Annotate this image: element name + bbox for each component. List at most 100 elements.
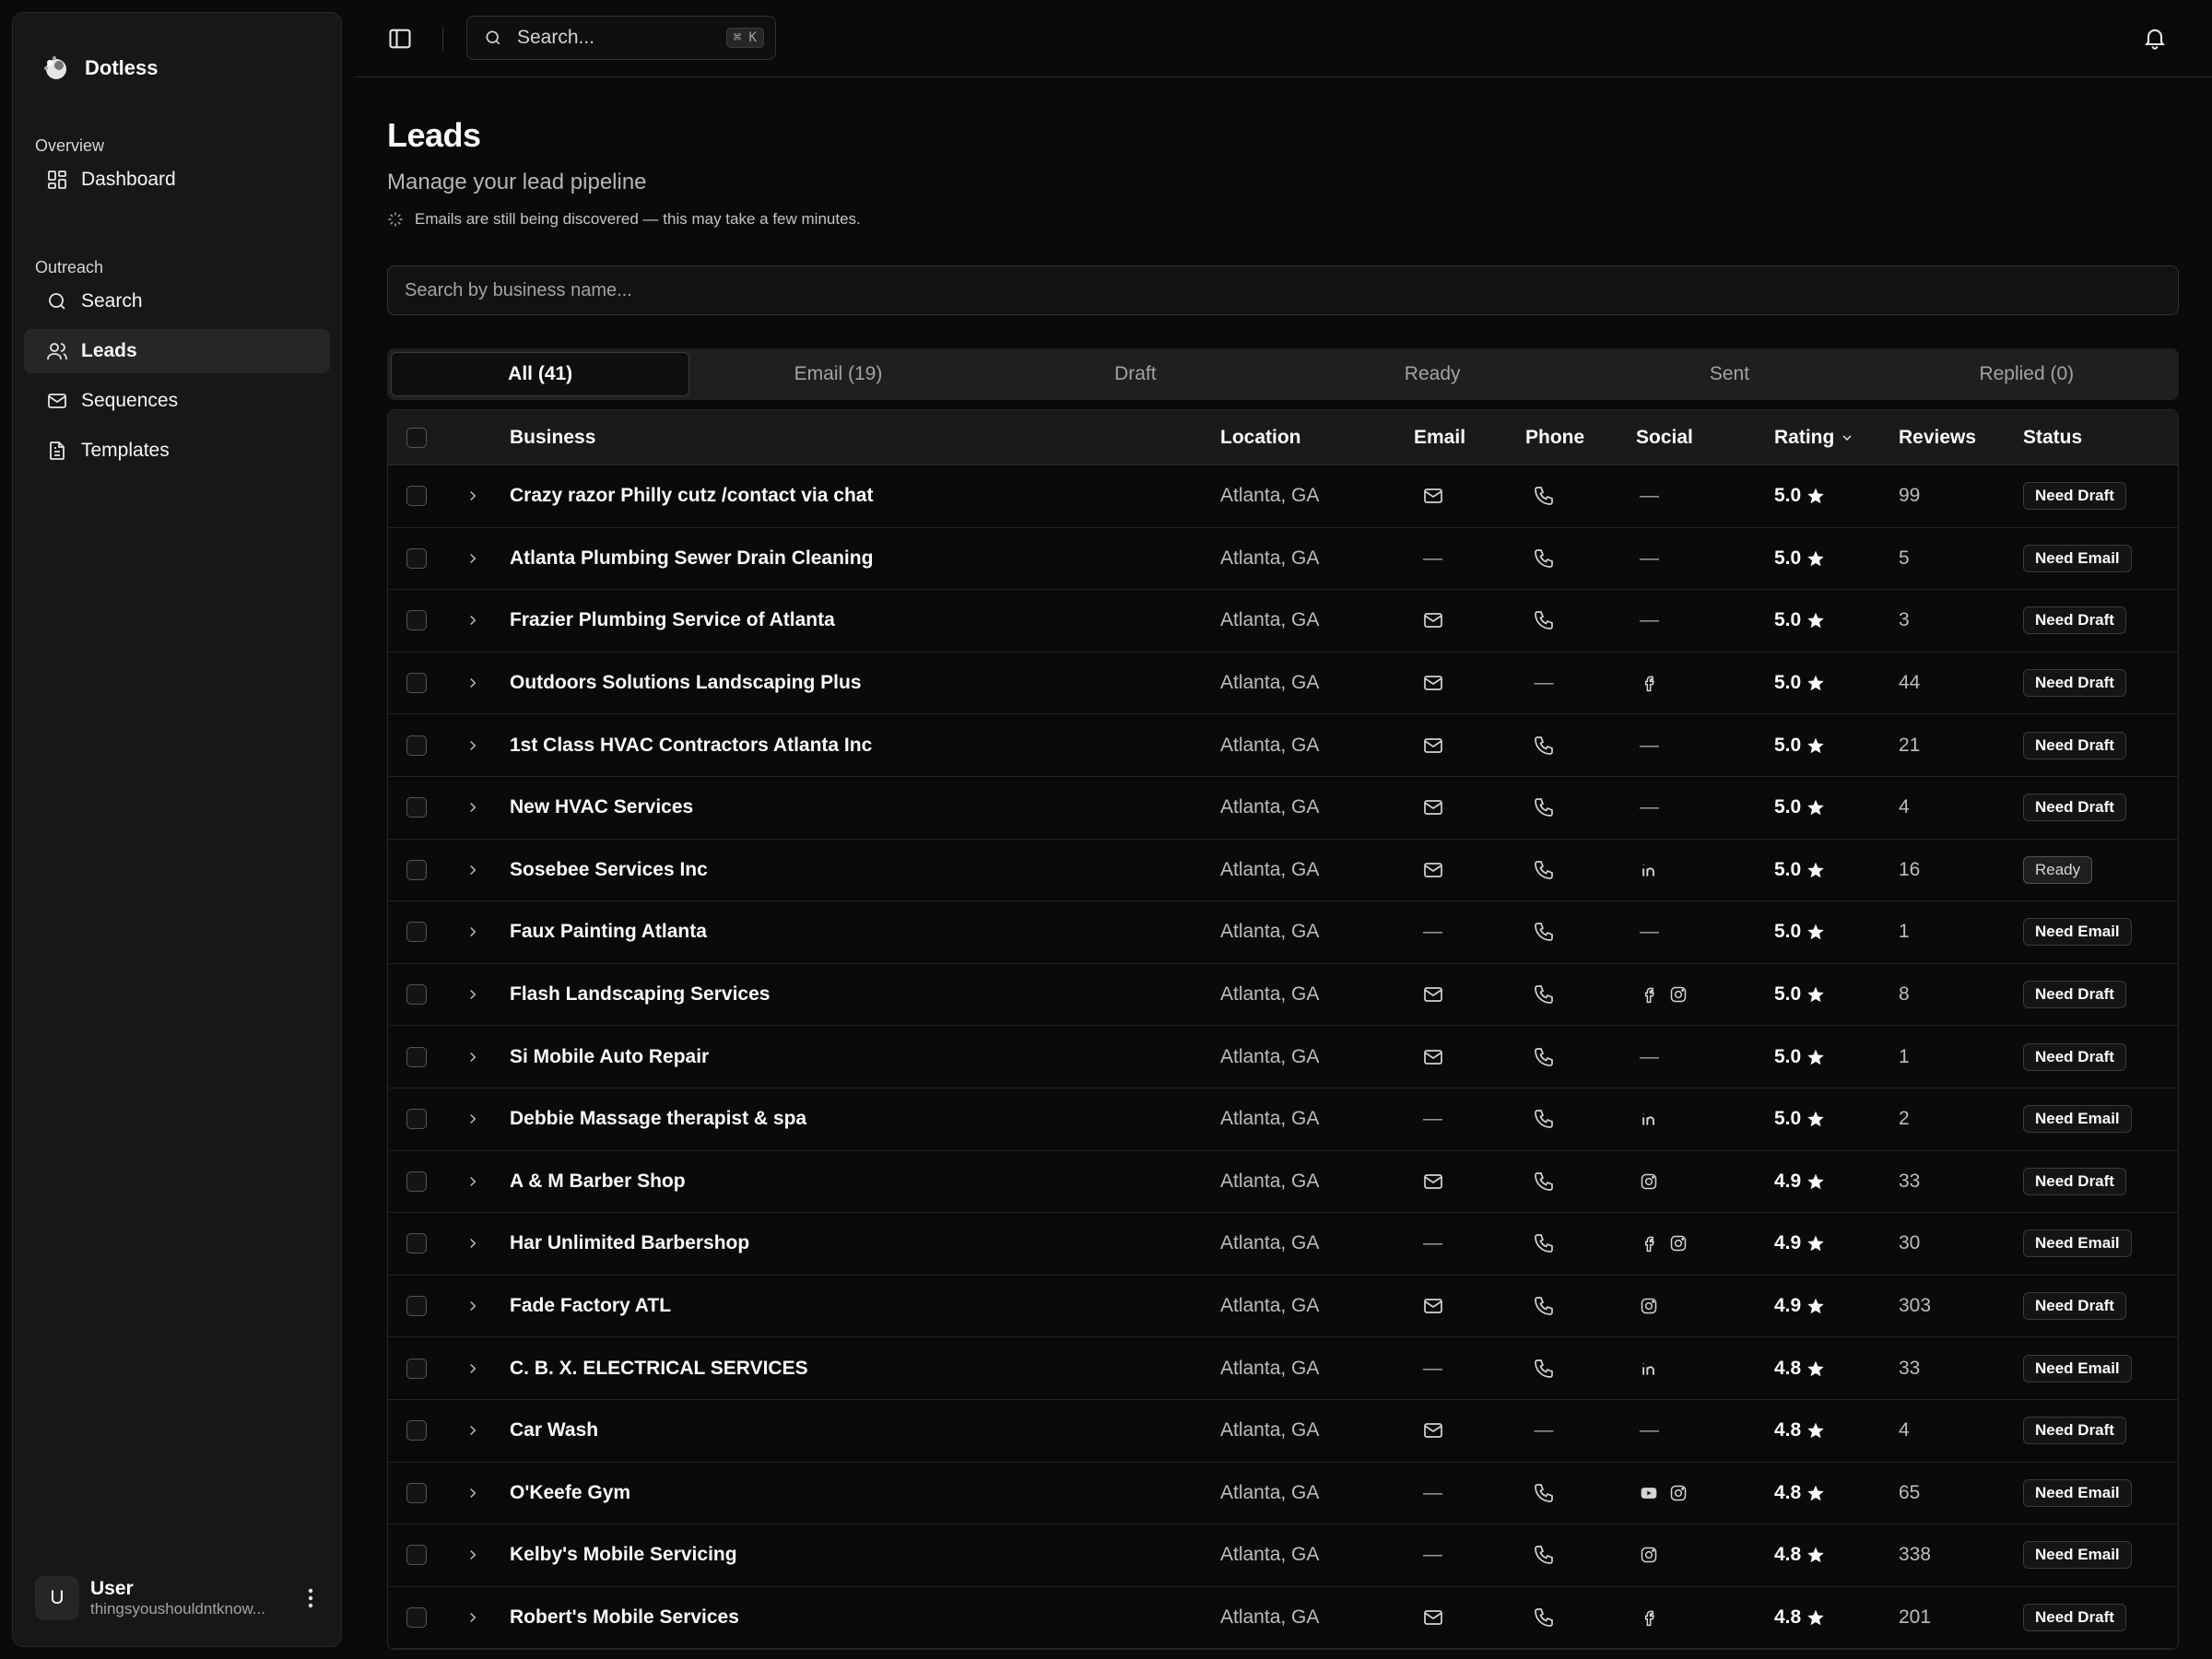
row-checkbox[interactable] xyxy=(406,1606,427,1628)
header-business[interactable]: Business xyxy=(500,427,1211,449)
row-checkbox[interactable] xyxy=(406,547,427,569)
header-reviews[interactable]: Reviews xyxy=(1889,427,2014,449)
chevron-right-icon[interactable] xyxy=(465,1547,481,1563)
select-all-checkbox[interactable] xyxy=(406,427,427,448)
instagram-icon[interactable] xyxy=(1669,1234,1688,1253)
header-social[interactable]: Social xyxy=(1627,427,1765,449)
brand[interactable]: Dotless xyxy=(41,53,158,83)
mail-icon[interactable] xyxy=(1422,983,1444,1006)
business-name[interactable]: Debbie Massage therapist & spa xyxy=(500,1108,1211,1130)
mail-icon[interactable] xyxy=(1422,1171,1444,1193)
tab-draft[interactable]: Draft xyxy=(987,352,1284,396)
user-profile[interactable]: U User thingsyoushouldntknow... xyxy=(35,1571,321,1626)
row-checkbox[interactable] xyxy=(406,610,427,631)
linkedin-icon[interactable] xyxy=(1640,861,1658,879)
mail-icon[interactable] xyxy=(1422,796,1444,818)
row-checkbox[interactable] xyxy=(406,797,427,818)
row-checkbox[interactable] xyxy=(406,1109,427,1130)
business-name[interactable]: O'Keefe Gym xyxy=(500,1482,1211,1504)
status-badge[interactable]: Need Draft xyxy=(2023,1167,2126,1195)
row-checkbox[interactable] xyxy=(406,1296,427,1317)
phone-icon[interactable] xyxy=(1533,1232,1555,1254)
table-row[interactable]: Debbie Massage therapist & spa Atlanta, G… xyxy=(388,1088,2178,1151)
business-name[interactable]: Crazy razor Philly cutz /contact via cha… xyxy=(500,485,1211,507)
table-row[interactable]: Fade Factory ATL Atlanta, GA 4.9 303 Need Dr… xyxy=(388,1276,2178,1338)
business-name[interactable]: Outdoors Solutions Landscaping Plus xyxy=(500,672,1211,694)
table-row[interactable]: Car Wash Atlanta, GA — — 4.8 4 Need Draft xyxy=(388,1400,2178,1463)
chevron-right-icon[interactable] xyxy=(465,675,481,691)
tab-email[interactable]: Email (19) xyxy=(689,352,986,396)
chevron-right-icon[interactable] xyxy=(465,1173,481,1190)
sidebar-item-dashboard[interactable]: Dashboard xyxy=(24,158,330,202)
phone-icon[interactable] xyxy=(1533,921,1555,943)
status-badge[interactable]: Need Draft xyxy=(2023,1603,2126,1631)
mail-icon[interactable] xyxy=(1422,485,1444,507)
chevron-right-icon[interactable] xyxy=(465,1609,481,1626)
mail-icon[interactable] xyxy=(1422,1046,1444,1068)
chevron-right-icon[interactable] xyxy=(465,1485,481,1501)
instagram-icon[interactable] xyxy=(1669,1484,1688,1502)
header-location[interactable]: Location xyxy=(1211,427,1405,449)
facebook-icon[interactable] xyxy=(1640,985,1658,1004)
phone-icon[interactable] xyxy=(1533,796,1555,818)
business-name[interactable]: Si Mobile Auto Repair xyxy=(500,1046,1211,1068)
sidebar-toggle-icon[interactable] xyxy=(387,26,413,52)
phone-icon[interactable] xyxy=(1533,1544,1555,1566)
facebook-icon[interactable] xyxy=(1640,1234,1658,1253)
mail-icon[interactable] xyxy=(1422,1295,1444,1317)
table-row[interactable]: Atlanta Plumbing Sewer Drain Cleaning Atl… xyxy=(388,528,2178,591)
business-name[interactable]: Flash Landscaping Services xyxy=(500,983,1211,1006)
mail-icon[interactable] xyxy=(1422,609,1444,631)
chevron-right-icon[interactable] xyxy=(465,550,481,567)
row-checkbox[interactable] xyxy=(406,984,427,1006)
phone-icon[interactable] xyxy=(1533,1108,1555,1130)
business-name[interactable]: Har Unlimited Barbershop xyxy=(500,1232,1211,1254)
table-row[interactable]: New HVAC Services Atlanta, GA — 5.0 4 Need Dr… xyxy=(388,777,2178,840)
status-badge[interactable]: Need Email xyxy=(2023,918,2132,947)
instagram-icon[interactable] xyxy=(1640,1172,1658,1191)
chevron-right-icon[interactable] xyxy=(465,737,481,754)
status-badge[interactable]: Need Draft xyxy=(2023,606,2126,635)
instagram-icon[interactable] xyxy=(1640,1546,1658,1564)
chevron-right-icon[interactable] xyxy=(465,488,481,504)
chevron-right-icon[interactable] xyxy=(465,986,481,1003)
status-badge[interactable]: Need Email xyxy=(2023,544,2132,572)
sidebar-item-templates[interactable]: Templates xyxy=(24,429,330,473)
table-row[interactable]: Outdoors Solutions Landscaping Plus Atlan… xyxy=(388,653,2178,715)
row-checkbox[interactable] xyxy=(406,1233,427,1254)
header-email[interactable]: Email xyxy=(1405,427,1516,449)
business-name[interactable]: New HVAC Services xyxy=(500,796,1211,818)
phone-icon[interactable] xyxy=(1533,1046,1555,1068)
status-badge[interactable]: Need Draft xyxy=(2023,1292,2126,1321)
table-row[interactable]: Robert's Mobile Services Atlanta, GA 4.8 20… xyxy=(388,1587,2178,1650)
table-row[interactable]: Faux Painting Atlanta Atlanta, GA — — 5.0 1 Ne… xyxy=(388,901,2178,964)
sidebar-item-search[interactable]: Search xyxy=(24,279,330,324)
business-name[interactable]: Sosebee Services Inc xyxy=(500,859,1211,881)
status-badge[interactable]: Ready xyxy=(2023,855,2093,884)
row-checkbox[interactable] xyxy=(406,1420,427,1441)
table-row[interactable]: Sosebee Services Inc Atlanta, GA 5.0 16 Read… xyxy=(388,840,2178,902)
business-name[interactable]: Frazier Plumbing Service of Atlanta xyxy=(500,609,1211,631)
table-row[interactable]: Frazier Plumbing Service of Atlanta Atlan… xyxy=(388,590,2178,653)
chevron-right-icon[interactable] xyxy=(465,1111,481,1127)
row-checkbox[interactable] xyxy=(406,673,427,694)
phone-icon[interactable] xyxy=(1533,1482,1555,1504)
row-checkbox[interactable] xyxy=(406,486,427,507)
status-badge[interactable]: Need Draft xyxy=(2023,981,2126,1009)
mail-icon[interactable] xyxy=(1422,1419,1444,1441)
table-row[interactable]: A & M Barber Shop Atlanta, GA 4.9 33 Need Dr… xyxy=(388,1151,2178,1214)
phone-icon[interactable] xyxy=(1533,859,1555,881)
header-phone[interactable]: Phone xyxy=(1516,427,1627,449)
chevron-right-icon[interactable] xyxy=(465,1235,481,1252)
table-row[interactable]: Har Unlimited Barbershop Atlanta, GA — 4.9 3… xyxy=(388,1213,2178,1276)
global-search-input[interactable]: Search... ⌘ K xyxy=(466,16,776,60)
business-name[interactable]: Faux Painting Atlanta xyxy=(500,921,1211,943)
business-name[interactable]: Fade Factory ATL xyxy=(500,1295,1211,1317)
phone-icon[interactable] xyxy=(1533,1358,1555,1380)
instagram-icon[interactable] xyxy=(1640,1297,1658,1315)
linkedin-icon[interactable] xyxy=(1640,1110,1658,1128)
phone-icon[interactable] xyxy=(1533,983,1555,1006)
sidebar-item-leads[interactable]: Leads xyxy=(24,329,330,373)
table-row[interactable]: Kelby's Mobile Servicing Atlanta, GA — 4.8 3… xyxy=(388,1524,2178,1587)
row-checkbox[interactable] xyxy=(406,1545,427,1566)
